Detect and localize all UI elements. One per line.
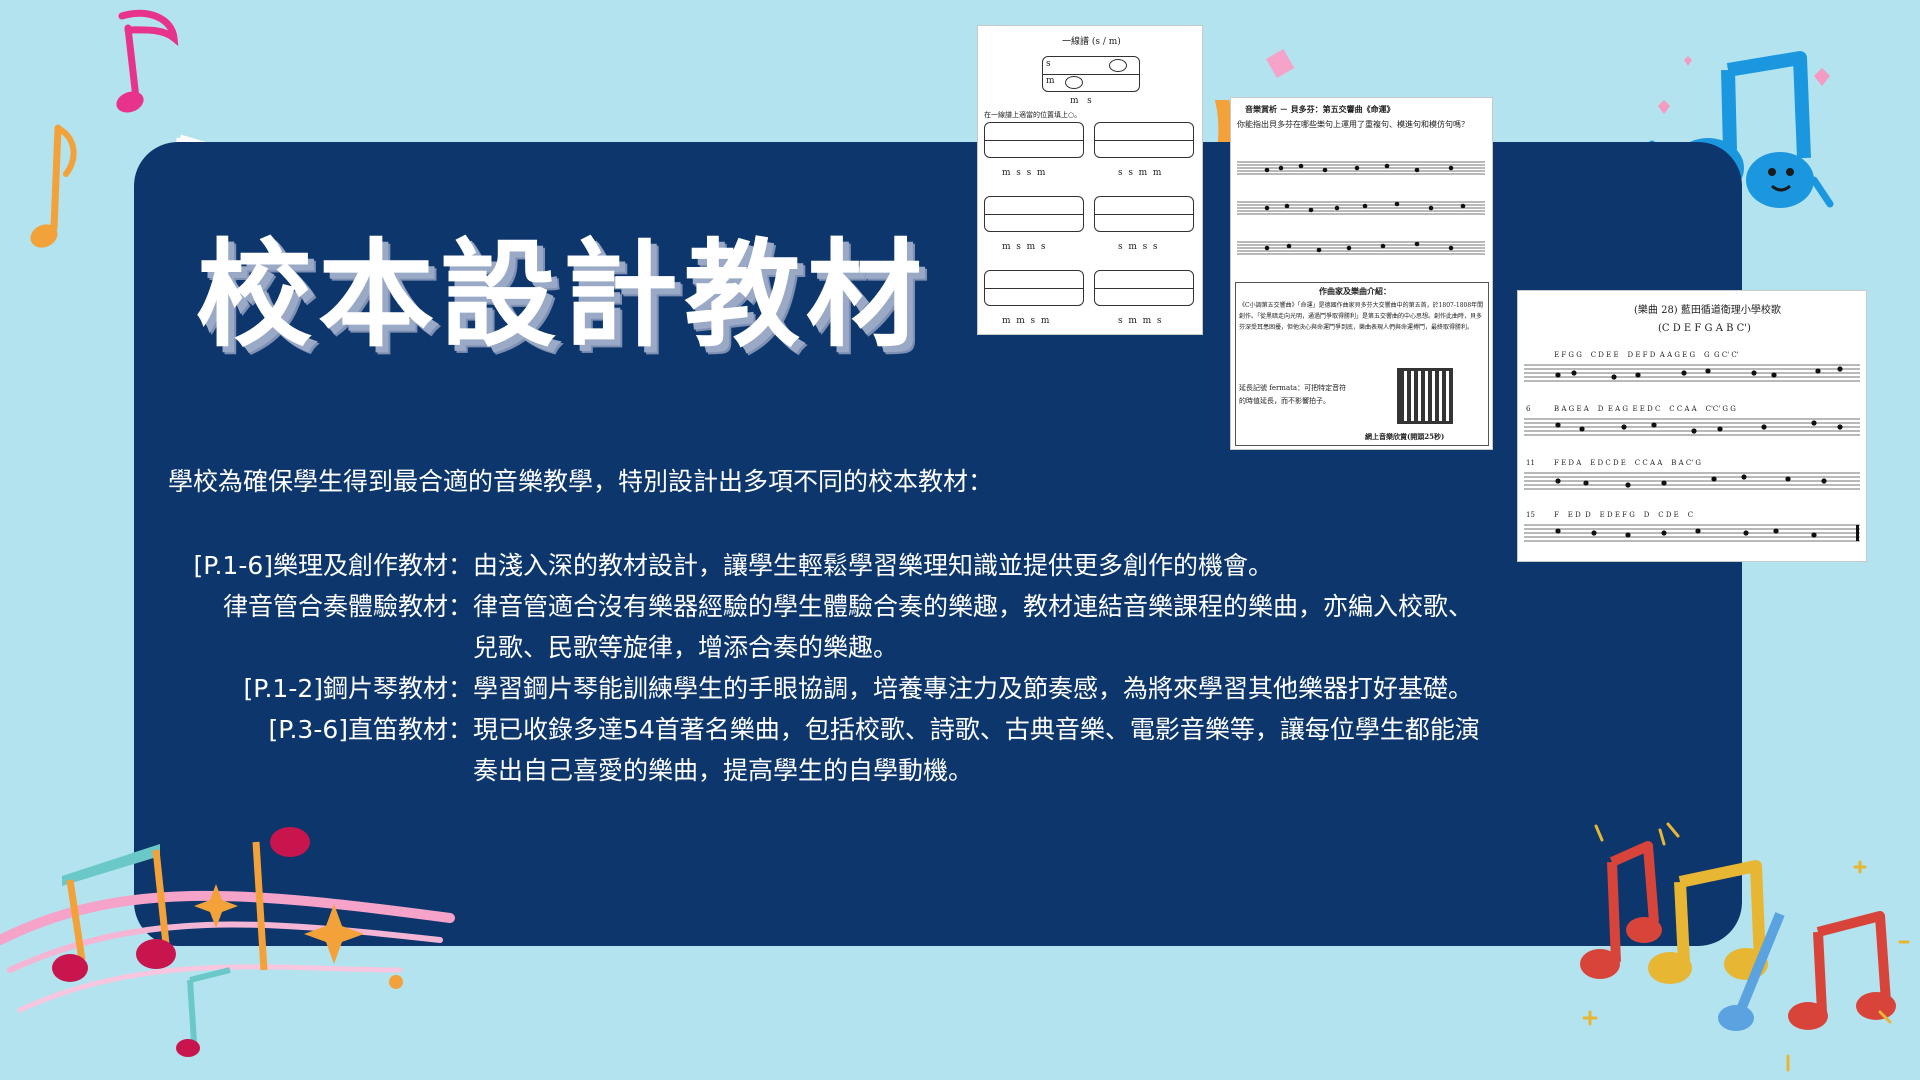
worksheet-one-line-staff: 一線譜 (s / m) s m m s 在一線譜上適當的位置填上○。 m s s… [977,25,1203,335]
material-desc: 現已收錄多達54首著名樂曲，包括校歌、詩歌、古典音樂、電影音樂等，讓每位學生都能… [473,715,1480,744]
material-desc: 由淺入深的教材設計，讓學生輕鬆學習樂理知識並提供更多創作的機會。 [473,551,1274,580]
music-ribbon-icon [0,827,455,1057]
material-item-recorder: [P.3-6]直笛教材： 現已收錄多達54首著名樂曲，包括校歌、詩歌、古典音樂、… [160,709,1600,791]
material-item-pipes: 律音管合奏體驗教材： 律音管適合沒有樂器經驗的學生體驗合奏的樂趣，教材連結音樂課… [160,586,1600,668]
music-note-orange-icon [30,124,77,248]
material-label: [P.1-6]樂理及創作教材： [193,551,473,580]
material-desc: 兒歌、民歌等旋律，增添合奏的樂趣。 [473,633,899,662]
page-title: 校本設計教材 [196,228,928,363]
qr-code-icon [1397,368,1453,424]
worksheet-beethoven: 音樂賞析 － 貝多芬：第五交響曲《命運》 你能指出貝多芬在哪些樂句上運用了重複句… [1230,97,1493,450]
music-notes-cluster-icon [1580,822,1910,1072]
material-label: [P.1-2]鋼片琴教材： [243,674,473,703]
material-desc: 律音管適合沒有樂器經驗的學生體驗合奏的樂趣，教材連結音樂課程的樂曲，亦編入校歌、 [473,592,1474,621]
material-list: [P.1-6]樂理及創作教材： 由淺入深的教材設計，讓學生輕鬆學習樂理知識並提供… [160,545,1600,791]
material-item-theory: [P.1-6]樂理及創作教材： 由淺入深的教材設計，讓學生輕鬆學習樂理知識並提供… [160,545,1600,586]
song-score [1524,364,1860,542]
pink-tag-icon [1265,48,1295,79]
material-item-glockenspiel: [P.1-2]鋼片琴教材： 學習鋼片琴能訓練學生的手眼協調，培養專注力及節奏感，… [160,668,1600,709]
staff-box: s m [1042,56,1140,92]
material-label: 律音管合奏體驗教材： [222,592,473,621]
intro-text: 學校為確保學生得到最合適的音樂教學，特別設計出多項不同的校本教材： [168,467,994,496]
material-label: [P.3-6]直笛教材： [268,715,473,744]
material-desc: 學習鋼片琴能訓練學生的手眼協調，培養專注力及節奏感，為將來學習其他樂器打好基礎。 [473,674,1474,703]
music-score [1237,161,1485,255]
worksheet-school-song: (樂曲 28) 藍田循道衛理小學校歌 (C D E F G A B C') E … [1517,290,1867,562]
music-note-pink-icon [116,9,179,113]
material-desc: 奏出自己喜愛的樂曲，提高學生的自學動機。 [473,756,974,785]
